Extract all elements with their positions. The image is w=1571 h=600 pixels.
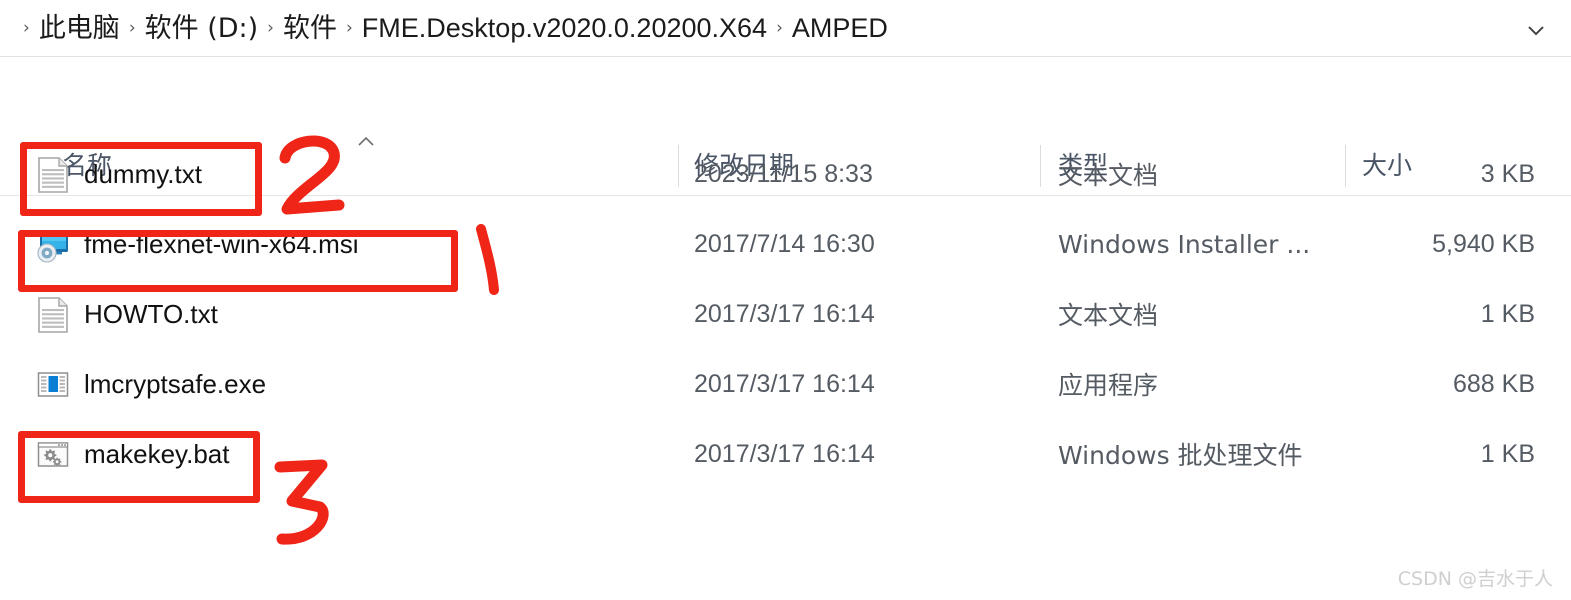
- text-document-icon: [36, 296, 70, 333]
- file-name-cell[interactable]: fme-flexnet-win-x64.msi: [36, 209, 359, 279]
- file-date-cell: 2017/3/17 16:14: [694, 369, 875, 398]
- breadcrumb-item-this-pc[interactable]: 此电脑: [39, 15, 120, 42]
- windows-installer-icon: [36, 226, 70, 263]
- table-row[interactable]: dummy.txt 2023/11/15 8:33 文本文档 3 KB: [0, 139, 1571, 209]
- file-size-cell: 1 KB: [1480, 299, 1535, 328]
- breadcrumb[interactable]: › 此电脑 › 软件 (D:) › 软件 › FME.Desktop.v2020…: [0, 14, 888, 42]
- breadcrumb-separator-1: ›: [128, 17, 136, 38]
- application-exe-icon: [36, 366, 70, 402]
- column-header-row: 名称 修改日期 类型 大小: [0, 57, 1571, 196]
- breadcrumb-separator-2: ›: [267, 17, 274, 38]
- file-size-cell: 1 KB: [1480, 439, 1535, 468]
- table-row[interactable]: makekey.bat 2017/3/17 16:14 Windows 批处理文…: [0, 419, 1571, 489]
- file-name-label: lmcryptsafe.exe: [84, 369, 267, 399]
- breadcrumb-item-fme-desktop[interactable]: FME.Desktop.v2020.0.20200.X64: [362, 14, 767, 42]
- file-type-cell: 文本文档: [1058, 301, 1159, 330]
- text-document-icon: [36, 156, 70, 193]
- file-size-cell: 3 KB: [1480, 159, 1535, 188]
- file-name-label: dummy.txt: [84, 159, 202, 189]
- file-list: dummy.txt 2023/11/15 8:33 文本文档 3 KB fme-…: [0, 139, 1571, 489]
- breadcrumb-separator-4: ›: [776, 17, 783, 38]
- breadcrumb-item-amped[interactable]: AMPED: [792, 14, 888, 42]
- file-date-cell: 2017/3/17 16:14: [694, 439, 875, 468]
- breadcrumb-item-software[interactable]: 软件: [283, 15, 337, 42]
- file-name-cell[interactable]: HOWTO.txt: [36, 279, 218, 349]
- csdn-watermark: CSDN @吉水于人: [1397, 568, 1553, 590]
- breadcrumb-separator-0: ›: [23, 17, 30, 38]
- breadcrumb-separator-3: ›: [345, 17, 353, 38]
- file-date-cell: 2023/11/15 8:33: [694, 159, 873, 188]
- file-type-cell: Windows 批处理文件: [1058, 441, 1303, 470]
- table-row[interactable]: lmcryptsafe.exe 2017/3/17 16:14 应用程序 688…: [0, 349, 1571, 419]
- file-name-label: fme-flexnet-win-x64.msi: [84, 229, 359, 259]
- file-date-cell: 2017/7/14 16:30: [694, 229, 875, 258]
- file-type-cell: Windows Installer ...: [1058, 229, 1311, 259]
- file-type-cell: 应用程序: [1058, 371, 1159, 400]
- file-size-cell: 5,940 KB: [1432, 229, 1535, 258]
- file-name-cell[interactable]: dummy.txt: [36, 139, 202, 209]
- batch-file-icon: [36, 436, 70, 472]
- table-row[interactable]: fme-flexnet-win-x64.msi 2017/7/14 16:30 …: [0, 209, 1571, 279]
- file-name-cell[interactable]: lmcryptsafe.exe: [36, 349, 266, 419]
- file-name-label: HOWTO.txt: [84, 299, 218, 329]
- file-date-cell: 2017/3/17 16:14: [694, 299, 875, 328]
- file-name-cell[interactable]: makekey.bat: [36, 419, 229, 489]
- table-row[interactable]: HOWTO.txt 2017/3/17 16:14 文本文档 1 KB: [0, 279, 1571, 349]
- breadcrumb-item-drive-d[interactable]: 软件 (D:): [145, 15, 259, 42]
- file-type-cell: 文本文档: [1058, 161, 1159, 190]
- file-name-label: makekey.bat: [84, 439, 230, 469]
- file-size-cell: 688 KB: [1452, 369, 1535, 398]
- address-bar[interactable]: › 此电脑 › 软件 (D:) › 软件 › FME.Desktop.v2020…: [0, 0, 1571, 57]
- chevron-down-icon[interactable]: [1523, 17, 1549, 43]
